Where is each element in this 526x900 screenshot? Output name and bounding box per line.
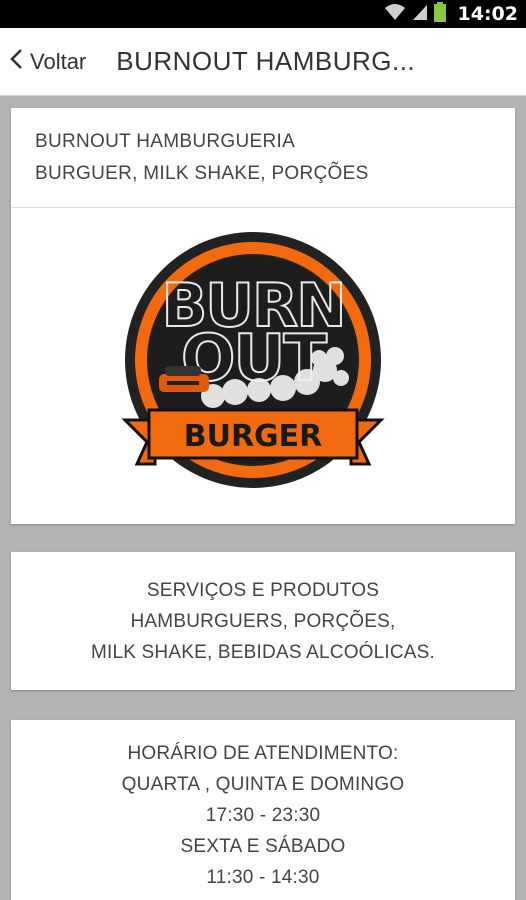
wifi-icon bbox=[384, 3, 406, 26]
chevron-left-icon bbox=[8, 47, 24, 76]
services-card: SERVIÇOS E PRODUTOS HAMBURGUERS, PORÇÕES… bbox=[11, 552, 515, 690]
status-time: 14:02 bbox=[457, 3, 518, 25]
hours-days: QUARTA , QUINTA E DOMINGO bbox=[121, 774, 405, 795]
hours-time: 11:30 - 14:30 bbox=[206, 867, 320, 888]
page-title: BURNOUT HAMBURG... bbox=[116, 46, 416, 76]
status-bar: 14:02 bbox=[0, 0, 526, 28]
services-heading: SERVIÇOS E PRODUTOS bbox=[146, 579, 380, 601]
services-line: HAMBURGUERS, PORÇÕES, bbox=[130, 610, 396, 632]
business-name: BURNOUT HAMBURGUERIA bbox=[35, 131, 296, 152]
battery-icon bbox=[433, 1, 446, 27]
signal-icon bbox=[412, 3, 428, 26]
hours-heading: HORÁRIO DE ATENDIMENTO: bbox=[127, 743, 399, 764]
business-tagline: BURGUER, MILK SHAKE, PORÇÕES bbox=[35, 163, 369, 184]
hours-card: HORÁRIO DE ATENDIMENTO: QUARTA , QUINTA … bbox=[11, 720, 515, 900]
services-line: MILK SHAKE, BEBIDAS ALCOÓLICAS. bbox=[90, 641, 436, 663]
hours-days: SEXTA E SÁBADO bbox=[180, 836, 346, 857]
back-button[interactable]: Voltar bbox=[0, 28, 94, 96]
burnout-burger-logo: BURN OUT BURGER bbox=[121, 232, 385, 488]
logo-text-burger: BURGER bbox=[184, 419, 323, 454]
back-label: Voltar bbox=[30, 48, 87, 74]
app-bar: Voltar BURNOUT HAMBURG... bbox=[0, 28, 526, 96]
hours-time: 17:30 - 23:30 bbox=[205, 805, 321, 826]
intro-card: BURNOUT HAMBURGUERIA BURGUER, MILK SHAKE… bbox=[11, 108, 515, 524]
